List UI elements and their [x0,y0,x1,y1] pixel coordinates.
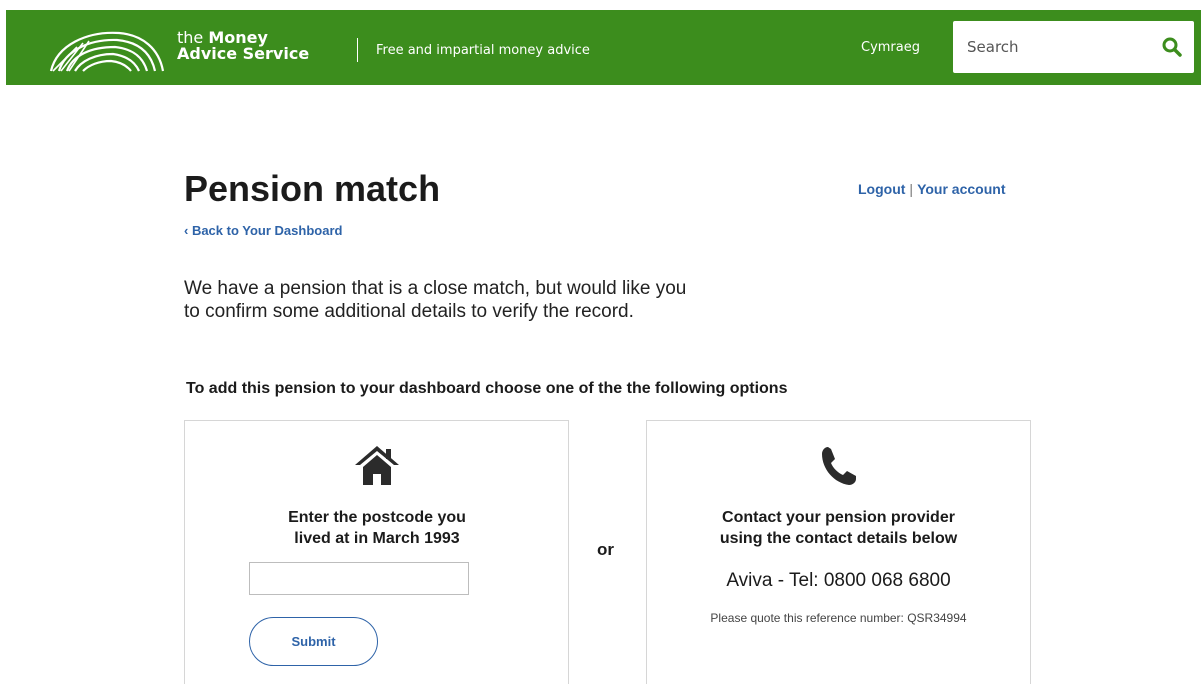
options-heading: To add this pension to your dashboard ch… [186,380,788,397]
page-title: Pension match [184,168,441,209]
reference-number-text: Please quote this reference number: QSR3… [710,611,967,625]
contact-option-card: Contact your pension provider using the … [646,420,1031,684]
tagline: Free and impartial money advice [376,43,590,58]
intro-line-1: We have a pension that is a close match,… [184,278,687,299]
contact-heading-line-1: Contact your pension provider [722,509,955,526]
brand-line2: Advice Service [177,44,310,63]
search-input[interactable] [953,21,1143,73]
logout-link[interactable]: Logout [858,181,905,197]
search-icon[interactable] [1160,35,1184,59]
header-divider [357,38,358,62]
postcode-heading-line-1: Enter the postcode you [288,509,466,526]
provider-contact-line: Aviva - Tel: 0800 068 6800 [726,570,951,591]
phone-icon [821,447,856,485]
search-box [953,21,1194,73]
or-separator: or [597,540,614,559]
intro-text: We have a pension that is a close match,… [184,277,784,323]
site-header: the Money Advice Service Free and impart… [6,10,1201,85]
page: the Money Advice Service Free and impart… [0,0,1201,684]
account-links: Logout | Your account [858,181,1005,197]
home-icon [354,446,399,485]
logo-icon[interactable] [47,25,167,73]
postcode-option-card: Enter the postcode you lived at in March… [184,420,569,684]
brand-name[interactable]: the Money Advice Service [177,30,309,62]
postcode-heading-line-2: lived at in March 1993 [294,530,460,547]
account-links-separator: | [909,181,914,197]
submit-button[interactable]: Submit [249,617,378,666]
contact-heading: Contact your pension provider using the … [647,507,1030,549]
postcode-heading: Enter the postcode you lived at in March… [245,507,509,549]
postcode-input[interactable] [249,562,469,595]
contact-heading-line-2: using the contact details below [719,530,958,547]
intro-line-2: to confirm some additional details to ve… [184,301,634,322]
back-to-dashboard-link[interactable]: ‹ Back to Your Dashboard [184,223,342,238]
your-account-link[interactable]: Your account [917,181,1005,197]
language-link-cymraeg[interactable]: Cymraeg [861,40,920,55]
